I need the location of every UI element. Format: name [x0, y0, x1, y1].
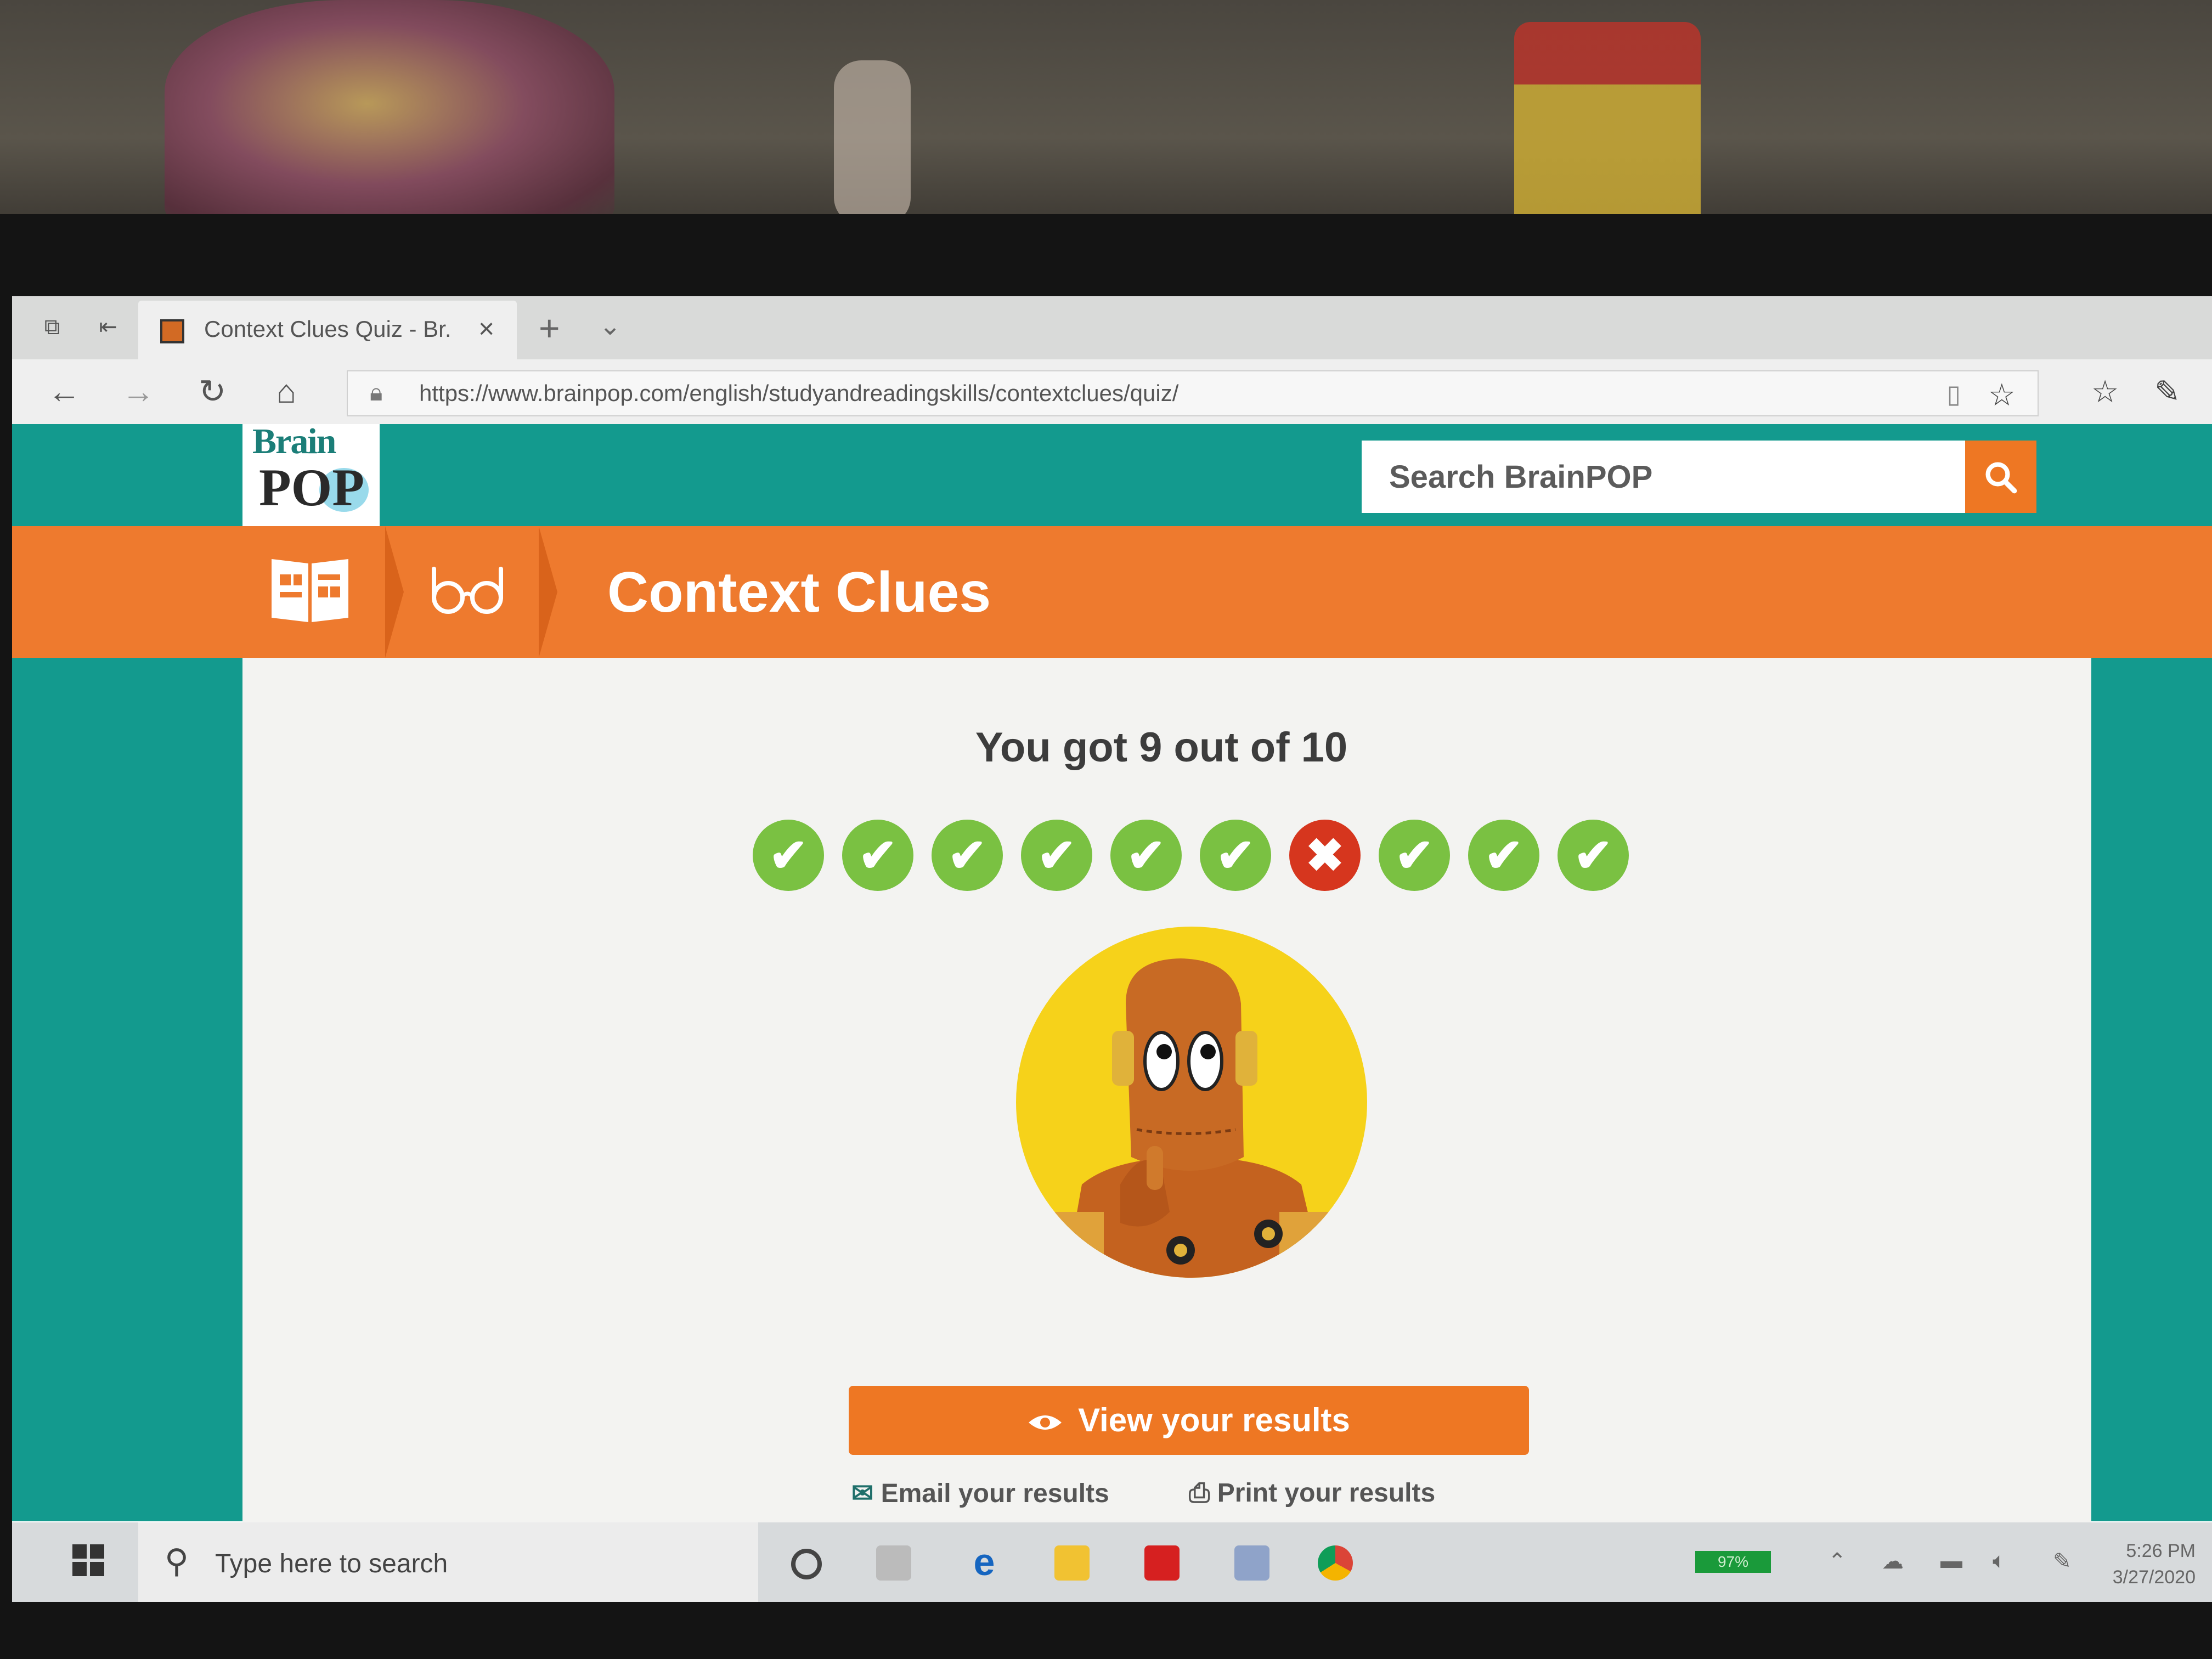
- taskbar-search-text: Type here to search: [215, 1549, 448, 1578]
- score-text: You got 9 out of 10: [975, 724, 1348, 771]
- print-results-link[interactable]: ⎙ Print your results: [1189, 1478, 1435, 1509]
- favorite-star-icon[interactable]: ☆: [1988, 377, 2016, 413]
- task-view-icon[interactable]: [876, 1545, 911, 1581]
- site-search: [1362, 441, 2036, 513]
- search-button[interactable]: [1965, 441, 2036, 513]
- windows-taskbar: ⚲ Type here to search e 97% ⌃ ☁ ▬ 🔈︎ ✎ 5…: [12, 1522, 2212, 1602]
- brainpop-logo[interactable]: Brain POP: [242, 421, 380, 528]
- correct-answer-icon: ✔: [1021, 820, 1092, 891]
- correct-answer-icon: ✔: [842, 820, 913, 891]
- wrong-answer-icon: ✖: [1289, 820, 1361, 891]
- url-text: https://www.brainpop.com/english/studyan…: [419, 380, 1179, 406]
- file-explorer-icon[interactable]: [1054, 1545, 1090, 1581]
- logo-brain-text: Brain: [252, 421, 336, 461]
- clock-date: 3/27/2020: [2112, 1567, 2196, 1588]
- chevron-up-icon[interactable]: ⌃: [1828, 1549, 1847, 1574]
- breadcrumb-separator: [539, 526, 557, 658]
- tab-preview-icon[interactable]: ⧉: [38, 315, 66, 339]
- search-icon: [1985, 462, 2017, 494]
- figurine: [834, 60, 911, 225]
- correct-answer-icon: ✔: [932, 820, 1003, 891]
- print-results-label: Print your results: [1217, 1479, 1436, 1508]
- glasses-icon[interactable]: [429, 563, 506, 618]
- backpack-toy: [165, 0, 614, 230]
- quiz-results-panel: You got 9 out of 10 ✔ ✔ ✔ ✔ ✔ ✔ ✖ ✔ ✔ ✔: [242, 658, 2091, 1590]
- email-results-link[interactable]: ✉ Email your results: [851, 1478, 1109, 1509]
- eye-icon: [1029, 1415, 1062, 1430]
- answer-indicators: ✔ ✔ ✔ ✔ ✔ ✔ ✖ ✔ ✔ ✔: [753, 820, 1630, 896]
- toy-house: [1514, 22, 1701, 230]
- tab-active[interactable]: Context Clues Quiz - Br. ×: [138, 301, 517, 359]
- home-icon[interactable]: ⌂: [264, 373, 308, 410]
- correct-answer-icon: ✔: [753, 820, 824, 891]
- onedrive-icon[interactable]: ☁: [1882, 1549, 1904, 1574]
- back-icon[interactable]: ←: [42, 373, 86, 410]
- volume-icon[interactable]: 🔈︎: [1993, 1549, 2006, 1573]
- tab-bar: ⧉ ⇤ Context Clues Quiz - Br. × + ⌄: [12, 296, 2212, 359]
- taskbar-search[interactable]: ⚲ Type here to search: [138, 1522, 758, 1602]
- clock-time: 5:26 PM: [2126, 1541, 2196, 1561]
- url-field[interactable]: 🔒︎ https://www.brainpop.com/english/stud…: [347, 370, 2039, 416]
- room-background: [0, 0, 2212, 230]
- moby-robot-illustration: [1054, 958, 1329, 1278]
- email-results-label: Email your results: [881, 1479, 1109, 1508]
- correct-answer-icon: ✔: [1110, 820, 1182, 891]
- pen-workspace-icon[interactable]: ✎: [2053, 1549, 2072, 1574]
- pen-icon[interactable]: ✎: [2154, 374, 2180, 410]
- refresh-icon[interactable]: ↻: [190, 373, 234, 411]
- battery-indicator[interactable]: 97%: [1695, 1551, 1771, 1573]
- brainpop-page: Brain POP Search BrainPOP Context Clues …: [12, 421, 2212, 1590]
- tab-close-button[interactable]: ×: [478, 313, 494, 345]
- start-button[interactable]: [72, 1544, 105, 1577]
- printer-icon: ⎙: [1189, 1479, 1217, 1508]
- logo-pop-text: POP: [259, 458, 364, 517]
- forward-icon[interactable]: →: [116, 373, 160, 410]
- edge-icon[interactable]: e: [967, 1543, 1002, 1581]
- tab-title: Context Clues Quiz - Br.: [204, 316, 452, 342]
- correct-answer-icon: ✔: [1468, 820, 1539, 891]
- moby-robot-avatar: [1016, 927, 1367, 1278]
- tab-menu-icon[interactable]: ⌄: [599, 311, 621, 341]
- battery-icon[interactable]: ▬: [1940, 1549, 1962, 1573]
- book-icon[interactable]: [269, 554, 351, 625]
- topic-header: Context Clues: [12, 526, 2212, 658]
- view-results-button[interactable]: View your results: [849, 1386, 1529, 1455]
- reading-view-icon[interactable]: ▯: [1947, 379, 1961, 409]
- new-tab-button[interactable]: +: [539, 307, 560, 349]
- envelope-icon: ✉: [851, 1479, 881, 1508]
- set-aside-tabs-icon[interactable]: ⇤: [94, 315, 122, 339]
- chrome-icon[interactable]: [1318, 1545, 1353, 1581]
- lock-icon: 🔒︎: [370, 379, 383, 406]
- screen: ⧉ ⇤ Context Clues Quiz - Br. × + ⌄ ← → ↻…: [12, 296, 2212, 1602]
- view-results-label: View your results: [1078, 1402, 1350, 1438]
- address-bar: ← → ↻ ⌂ 🔒︎ https://www.brainpop.com/engl…: [12, 359, 2212, 424]
- cortana-icon[interactable]: [791, 1549, 822, 1579]
- brainpop-favicon: [160, 319, 184, 343]
- breadcrumb-separator: [385, 526, 404, 658]
- correct-answer-icon: ✔: [1200, 820, 1271, 891]
- page-title: Context Clues: [607, 561, 991, 624]
- mcafee-icon[interactable]: [1144, 1545, 1180, 1581]
- favorites-hub-icon[interactable]: ☆: [2091, 374, 2119, 410]
- app-icon[interactable]: [1234, 1545, 1269, 1581]
- clock[interactable]: 5:26 PM 3/27/2020: [2108, 1538, 2196, 1590]
- correct-answer-icon: ✔: [1379, 820, 1450, 891]
- correct-answer-icon: ✔: [1558, 820, 1629, 891]
- search-icon: ⚲: [165, 1543, 189, 1579]
- search-input[interactable]: [1362, 441, 1965, 513]
